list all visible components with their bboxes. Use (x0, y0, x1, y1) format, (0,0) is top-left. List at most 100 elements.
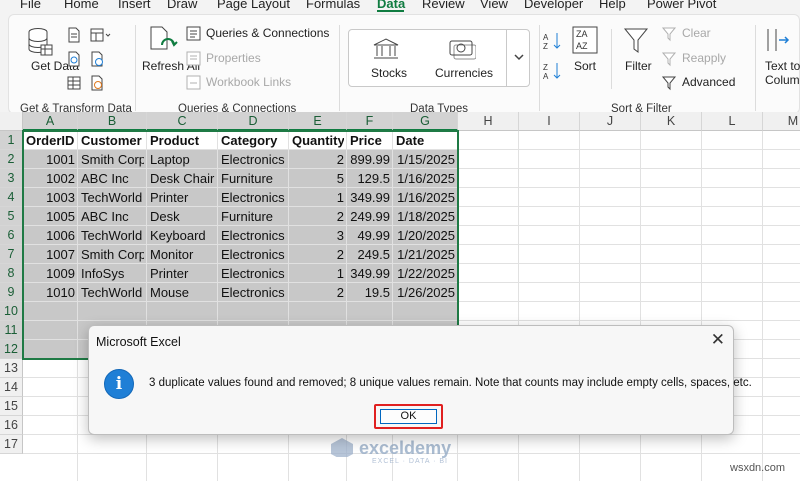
row-header-5[interactable]: 5 (0, 207, 23, 226)
workbook-links-icon (186, 75, 201, 90)
tab-formulas[interactable]: Formulas (306, 0, 360, 11)
column-header-j[interactable]: J (580, 112, 641, 131)
tab-page-layout[interactable]: Page Layout (217, 0, 290, 11)
column-header-a[interactable]: A (23, 112, 78, 131)
row-header-7[interactable]: 7 (0, 245, 23, 264)
row-header-3[interactable]: 3 (0, 169, 23, 188)
row-header-15[interactable]: 15 (0, 397, 23, 416)
advanced-button[interactable]: Advanced (682, 75, 735, 89)
stocks-icon (373, 38, 399, 59)
from-text-icon[interactable] (66, 27, 82, 43)
watermark-brand: exceldemy (359, 438, 452, 458)
exceldemy-watermark: exceldemy (330, 437, 452, 460)
column-header-e[interactable]: E (289, 112, 347, 131)
corner-mark: wsxdn.com (730, 462, 786, 474)
ok-button[interactable]: OK (380, 409, 437, 424)
sort-a-to-z-icon[interactable]: AZ (543, 31, 563, 51)
from-web-icon[interactable] (66, 51, 82, 67)
properties-button[interactable]: Properties (206, 51, 261, 65)
stocks-button[interactable]: Stocks (371, 66, 407, 80)
row-header-11[interactable]: 11 (0, 321, 23, 340)
tab-help[interactable]: Help (599, 0, 626, 11)
tab-file[interactable]: File (20, 0, 41, 11)
sort-z-to-a-icon[interactable]: ZA (543, 61, 563, 81)
data-types-dropdown[interactable] (506, 29, 530, 87)
text-to-columns-button[interactable]: Text to Columns (765, 59, 800, 87)
from-table-icon[interactable] (66, 75, 82, 91)
column-header-b[interactable]: B (78, 112, 147, 131)
currencies-icon (449, 40, 476, 60)
dialog-message: 3 duplicate values found and removed; 8 … (149, 377, 752, 389)
advanced-filter-icon (662, 76, 677, 91)
row-header-12[interactable]: 12 (0, 340, 23, 359)
ribbon-tabs: File Home Insert Draw Page Layout Formul… (0, 0, 800, 12)
watermark-tagline: EXCEL · DATA · BI (372, 458, 448, 465)
reapply-button[interactable]: Reapply (682, 51, 726, 65)
select-all-corner[interactable] (0, 112, 23, 131)
ribbon-separator (135, 25, 136, 111)
svg-text:ZA: ZA (576, 29, 588, 39)
svg-text:A: A (543, 33, 549, 42)
column-header-k[interactable]: K (641, 112, 702, 131)
tab-review[interactable]: Review (422, 0, 465, 11)
ribbon-separator (539, 25, 540, 111)
active-tab-indicator (377, 10, 404, 12)
svg-text:A: A (543, 72, 549, 81)
queries-connections-button[interactable]: Queries & Connections (206, 26, 329, 40)
currencies-button[interactable]: Currencies (435, 66, 493, 80)
row-header-1[interactable]: 1 (0, 131, 23, 150)
tab-insert[interactable]: Insert (118, 0, 151, 11)
column-header-h[interactable]: H (458, 112, 519, 131)
column-header-i[interactable]: I (519, 112, 580, 131)
info-icon: i (104, 369, 134, 399)
row-header-9[interactable]: 9 (0, 283, 23, 302)
reapply-icon (662, 52, 677, 67)
refresh-all-icon (150, 26, 178, 50)
database-icon (28, 28, 53, 56)
column-header-g[interactable]: G (393, 112, 458, 131)
sort-button[interactable]: Sort (574, 59, 596, 73)
exceldemy-logo-icon (331, 438, 353, 460)
filter-button[interactable]: Filter (625, 59, 652, 73)
ribbon: Get Data Get & Transform Data Refresh Al… (8, 14, 800, 115)
row-header-6[interactable]: 6 (0, 226, 23, 245)
tab-draw[interactable]: Draw (167, 0, 197, 11)
tab-power-pivot[interactable]: Power Pivot (647, 0, 716, 11)
chevron-down-icon (514, 54, 524, 61)
column-header-l[interactable]: L (702, 112, 763, 131)
row-header-17[interactable]: 17 (0, 435, 23, 454)
gridline (762, 131, 763, 481)
recent-sources-icon[interactable] (89, 27, 111, 43)
row-header-13[interactable]: 13 (0, 359, 23, 378)
ribbon-separator (755, 25, 756, 111)
column-header-d[interactable]: D (218, 112, 289, 131)
svg-text:Z: Z (543, 42, 548, 51)
tab-developer[interactable]: Developer (524, 0, 583, 11)
svg-text:Z: Z (543, 63, 548, 72)
column-header-m[interactable]: M (763, 112, 800, 131)
close-icon[interactable]: ✕ (711, 331, 725, 349)
ribbon-separator (339, 25, 340, 111)
row-header-10[interactable]: 10 (0, 302, 23, 321)
tab-view[interactable]: View (480, 0, 508, 11)
column-header-c[interactable]: C (147, 112, 218, 131)
recent-file-icon[interactable] (89, 75, 105, 91)
filter-icon (623, 28, 649, 53)
ribbon-separator (611, 29, 612, 89)
row-header-4[interactable]: 4 (0, 188, 23, 207)
dialog-title: Microsoft Excel (96, 335, 181, 349)
row-header-16[interactable]: 16 (0, 416, 23, 435)
row-header-2[interactable]: 2 (0, 150, 23, 169)
row-header-8[interactable]: 8 (0, 264, 23, 283)
clear-filter-icon (662, 27, 677, 42)
tab-home[interactable]: Home (64, 0, 99, 11)
sort-icon: ZA AZ (572, 26, 598, 54)
row-header-14[interactable]: 14 (0, 378, 23, 397)
existing-connections-icon[interactable] (89, 51, 105, 67)
column-header-f[interactable]: F (347, 112, 393, 131)
workbook-links-button[interactable]: Workbook Links (206, 75, 291, 89)
clear-button[interactable]: Clear (682, 26, 711, 40)
ok-highlight: OK (374, 404, 443, 429)
queries-connections-icon (186, 26, 201, 41)
properties-icon (186, 51, 201, 66)
